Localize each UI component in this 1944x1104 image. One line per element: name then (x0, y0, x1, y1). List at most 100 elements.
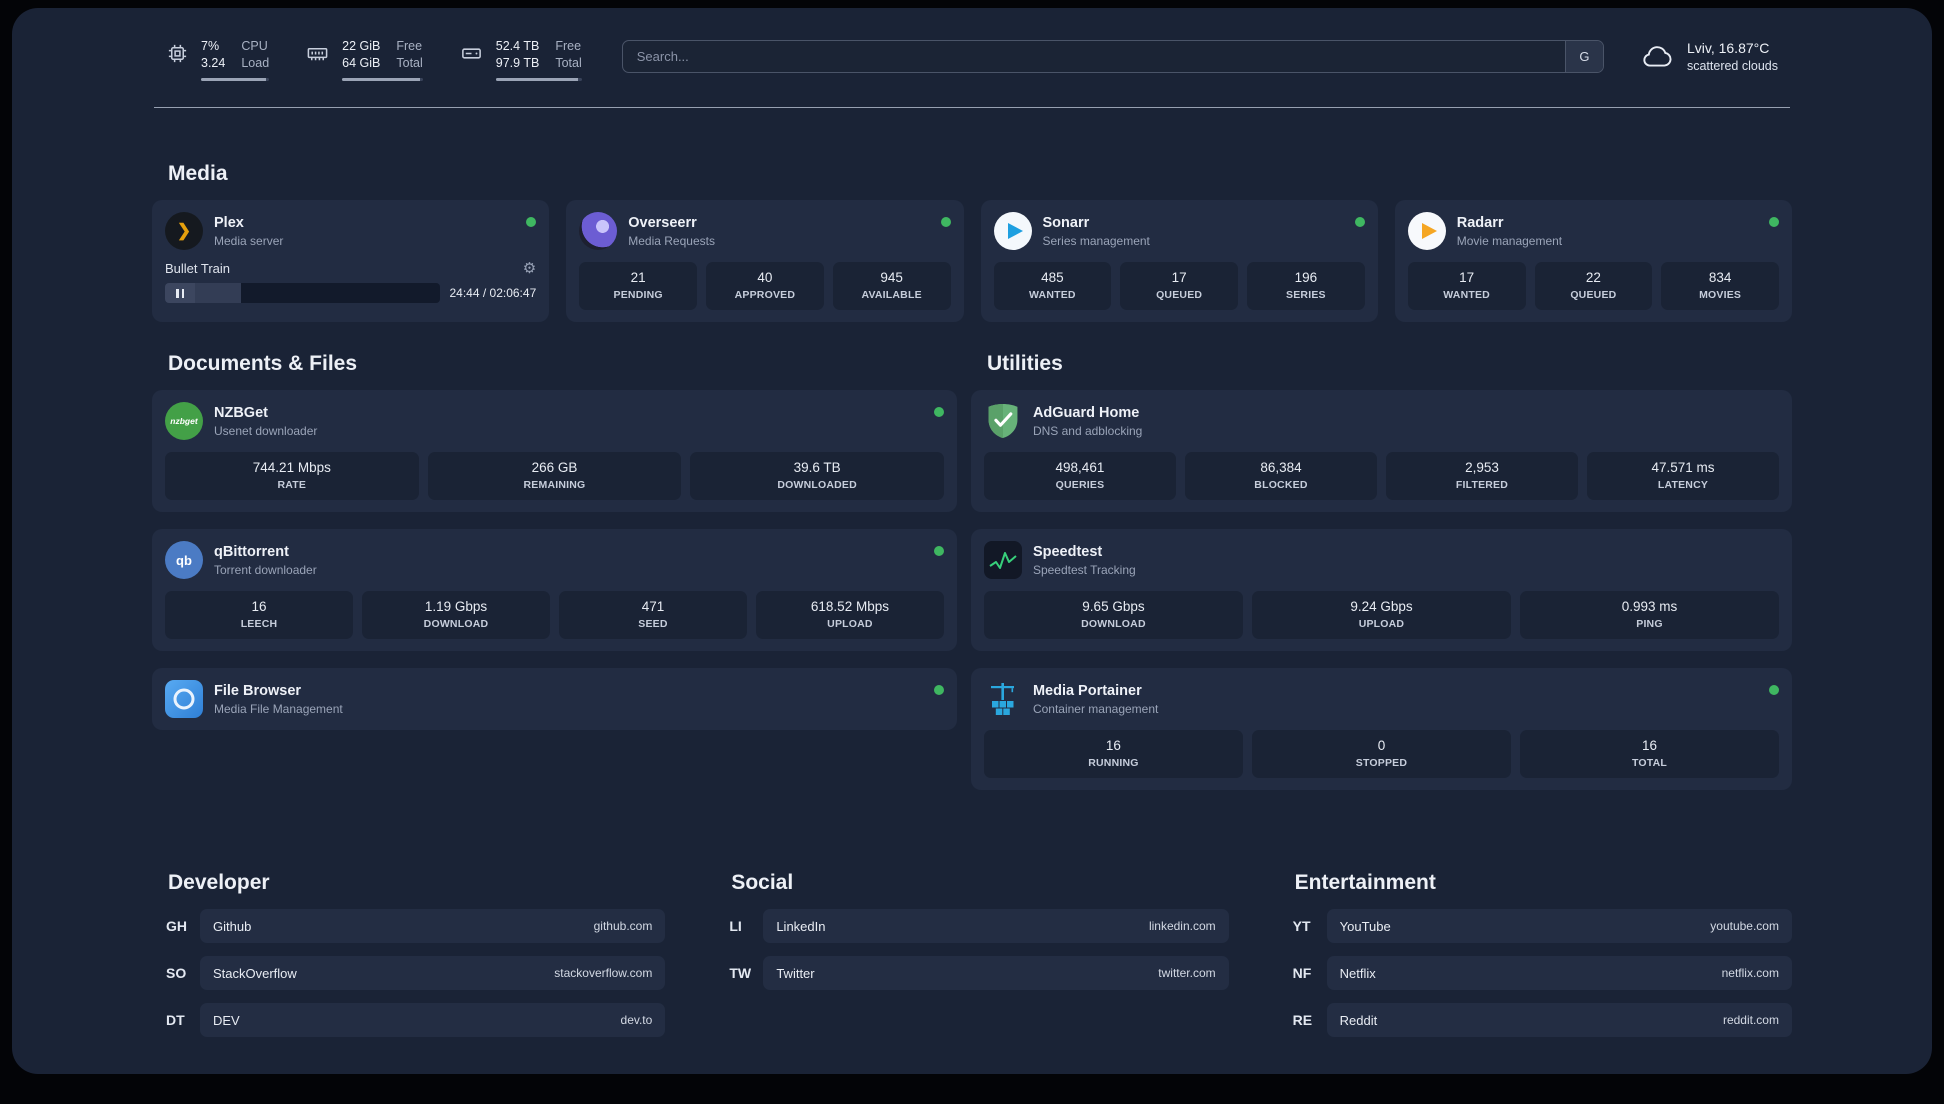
stat-label: MOVIES (1699, 289, 1742, 301)
bookmark-item-twitter[interactable]: TW Twitter twitter.com (715, 956, 1229, 990)
stat-label: QUEUED (1570, 289, 1617, 301)
stat-label: DOWNLOAD (1081, 618, 1146, 630)
bookmark-item-stackoverflow[interactable]: SO StackOverflow stackoverflow.com (152, 956, 666, 990)
app-name: Speedtest (1032, 543, 1103, 560)
app-card-overseerr[interactable]: Overseerr Media Requests 21 PENDING 40 A… (566, 200, 964, 322)
bookmark-group-title: Developer (168, 871, 270, 894)
bookmark-item-youtube[interactable]: YT YouTube youtube.com (1279, 909, 1792, 943)
stat-label: REMAINING (523, 479, 586, 491)
bookmark-url: reddit.com (1722, 1013, 1779, 1027)
weather-condition: scattered clouds (1686, 59, 1778, 73)
bookmark-group-title: Social (731, 871, 794, 894)
stat-label: LEECH (240, 618, 278, 630)
memory-readout: 22 GiB 64 GiB Free Total (342, 38, 423, 81)
memory-free-value: 22 GiB (342, 39, 381, 53)
stat-tile: 21 PENDING (579, 262, 697, 310)
memory-total-value: 64 GiB (342, 56, 381, 70)
playback-time: 24:44 / 02:06:47 (449, 286, 537, 300)
bookmark-url: github.com (593, 919, 653, 933)
weather-widget[interactable]: Lviv, 16.87°C scattered clouds (1640, 40, 1778, 73)
bookmark-name: YouTube (1339, 918, 1391, 934)
pause-button[interactable] (165, 283, 195, 303)
stat-value: 16 (251, 599, 267, 614)
hard-drive-icon (461, 48, 481, 59)
stat-tile: 471 SEED (558, 591, 747, 639)
cpu-chip-icon (168, 44, 187, 63)
app-card-plex[interactable]: ❯ Plex Media server Bullet Train ⚙ 24:44… (152, 200, 550, 322)
stat-tile: 9.65 Gbps DOWNLOAD (983, 591, 1243, 639)
bookmark-item-netflix[interactable]: NF Netflix netflix.com (1279, 956, 1792, 990)
app-card-qbittorrent[interactable]: qb qBittorrent Torrent downloader 16 LEE… (152, 529, 957, 651)
app-card-speedtest[interactable]: Speedtest Speedtest Tracking 9.65 Gbps D… (970, 529, 1792, 651)
stat-value: 471 (641, 599, 665, 614)
pause-icon (176, 288, 179, 298)
stat-tile: 945 AVAILABLE (832, 262, 951, 310)
app-card-radarr[interactable]: Radarr Movie management 17 WANTED 22 QUE… (1394, 200, 1792, 322)
settings-gear-icon[interactable]: ⚙ (523, 261, 536, 276)
stat-value: 498,461 (1055, 460, 1105, 475)
bookmark-item-linkedin[interactable]: LI LinkedIn linkedin.com (715, 909, 1229, 943)
bookmark-abbr: SO (166, 965, 187, 981)
cpu-metric: 7% 3.24 CPU Load (166, 38, 270, 81)
stat-label: STOPPED (1355, 757, 1408, 769)
stat-value: 40 (757, 270, 773, 285)
search-engine-badge[interactable]: G (1564, 41, 1603, 72)
stat-tile: 196 SERIES (1247, 262, 1365, 310)
stat-tile: 0 STOPPED (1251, 730, 1511, 778)
bookmark-item-github[interactable]: GH Github github.com (152, 909, 666, 943)
search-input[interactable] (622, 41, 1565, 72)
bookmark-url: netflix.com (1721, 966, 1779, 980)
seek-bar-fill (195, 283, 242, 303)
stat-value: 0 (1377, 738, 1386, 753)
status-dot (933, 546, 944, 556)
stat-label: FILTERED (1455, 479, 1509, 491)
speedtest-graph-icon (983, 541, 1022, 579)
stat-tile: 834 MOVIES (1661, 262, 1779, 310)
stat-label: QUERIES (1055, 479, 1105, 491)
topbar: 7% 3.24 CPU Load 22 GiB 64 GiB Free Tota… (152, 38, 1792, 81)
stat-tile: 17 WANTED (1407, 262, 1526, 310)
stat-value: 9.65 Gbps (1082, 599, 1145, 614)
seek-bar[interactable] (195, 283, 440, 303)
storage-total-label: Total (555, 56, 582, 70)
stat-value: 834 (1708, 270, 1732, 285)
filebrowser-icon (165, 680, 203, 718)
bookmark-group-entertainment: Entertainment YT YouTube youtube.com NF N… (1279, 871, 1792, 1050)
bookmark-name: Netflix (1339, 965, 1376, 981)
stat-tile: 40 APPROVED (706, 262, 824, 310)
bookmark-name: LinkedIn (776, 918, 826, 934)
app-card-nzbget[interactable]: nzbget NZBGet Usenet downloader 744.21 M… (152, 390, 957, 512)
cpu-load-value: 3.24 (201, 56, 226, 70)
app-card-filebrowser[interactable]: File Browser Media File Management (152, 668, 957, 730)
app-description: Media Requests (628, 233, 715, 248)
overseerr-icon (579, 212, 618, 250)
stat-tile: 0.993 ms PING (1519, 591, 1779, 639)
stat-tile: 39.6 TB DOWNLOADED (690, 452, 944, 500)
app-card-portainer[interactable]: Media Portainer Container management 16 … (970, 668, 1792, 790)
app-card-sonarr[interactable]: Sonarr Series management 485 WANTED 17 Q… (980, 200, 1378, 322)
status-dot (526, 217, 537, 227)
app-description: Container management (1032, 701, 1159, 716)
stat-label: DOWNLOADED (777, 479, 857, 491)
stat-label: PENDING (613, 289, 663, 301)
radarr-icon (1407, 212, 1446, 250)
app-description: Movie management (1456, 233, 1563, 248)
stat-value: 86,384 (1260, 460, 1302, 475)
stat-label: BLOCKED (1254, 479, 1308, 491)
stat-label: AVAILABLE (861, 289, 922, 301)
bookmark-item-reddit[interactable]: RE Reddit reddit.com (1279, 1003, 1792, 1037)
stat-value: 485 (1041, 270, 1064, 285)
stat-tile: 485 WANTED (993, 262, 1112, 310)
section-documents: Documents & Files nzbget NZBGet Usenet d… (152, 352, 957, 807)
cpu-label: CPU (241, 39, 268, 53)
cloud-icon (1643, 46, 1672, 67)
bookmark-abbr: RE (1292, 1012, 1313, 1028)
storage-free-label: Free (555, 39, 582, 53)
stat-value: 196 (1294, 270, 1318, 285)
stat-tile: 9.24 Gbps UPLOAD (1251, 591, 1511, 639)
stat-tile: 47.571 ms LATENCY (1586, 452, 1779, 500)
stat-label: TOTAL (1631, 757, 1667, 769)
bookmark-item-dev[interactable]: DT DEV dev.to (152, 1003, 666, 1037)
app-card-adguard[interactable]: AdGuard Home DNS and adblocking 498,461 … (970, 390, 1792, 512)
bookmark-name: Reddit (1339, 1012, 1378, 1028)
